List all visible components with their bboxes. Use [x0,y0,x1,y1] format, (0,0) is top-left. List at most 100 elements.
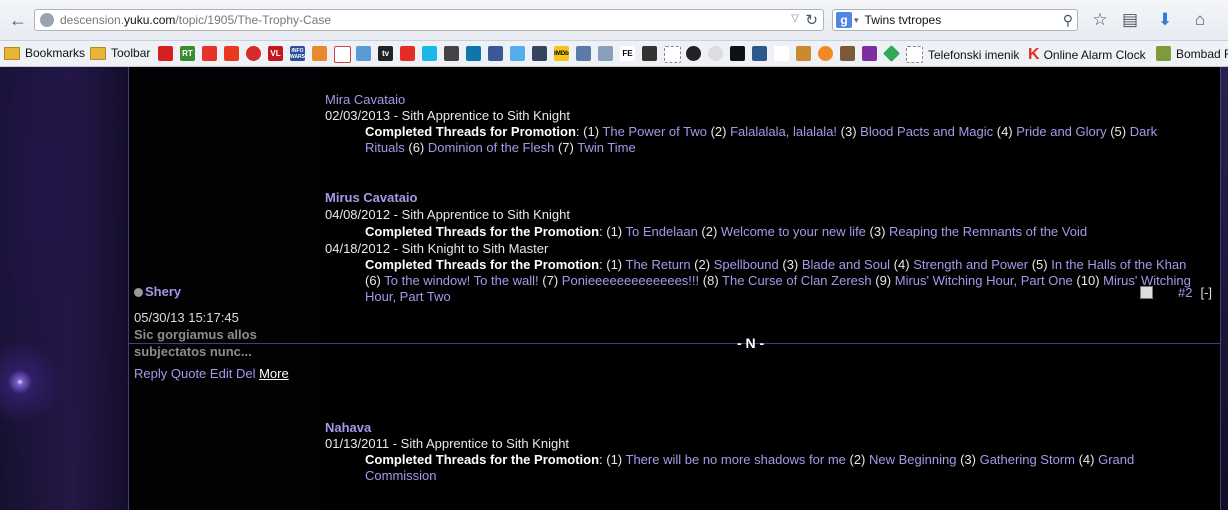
quote-link[interactable]: Quote [171,366,206,381]
thread-link[interactable]: To Endelaan [626,224,698,239]
collapse-button[interactable]: [-] [1200,285,1212,300]
thread-link[interactable]: Gathering Storm [980,452,1075,467]
member-name: Mira Cavataio [325,92,406,107]
bookmark-icon[interactable] [796,46,811,61]
folder-icon [90,46,106,60]
globe-icon [40,13,54,27]
thread-link[interactable]: The Power of Two [602,124,707,139]
thread-link[interactable]: Pride and Glory [1016,124,1106,139]
bookmark-icon[interactable] [686,46,701,61]
thread-link[interactable]: The Return [626,257,691,272]
search-icon[interactable]: ⚲ [1063,12,1073,29]
camera-icon[interactable] [444,46,459,61]
infowars-icon[interactable]: INFO WARS [290,46,305,61]
tv-icon[interactable]: tv [378,46,393,61]
thread-link[interactable]: New Beginning [869,452,956,467]
search-bar[interactable]: g ▾ Twins tvtropes ⚲ [832,9,1078,31]
reload-icon[interactable]: ↻ [805,11,818,29]
bookmark-telefonski-label: Telefonski imenik [928,47,1020,62]
url-host: yuku.com [124,13,176,27]
status-icon [134,288,143,297]
bookmark-icon[interactable] [312,46,327,61]
tumblr-icon[interactable] [532,46,547,61]
member-name: Mirus Cavataio [325,190,418,205]
dropdown-icon[interactable]: ▽ [791,13,799,24]
thread-link[interactable]: Dominion of the Flesh [428,140,554,155]
background-nebula [0,67,128,510]
imdb-icon[interactable]: IMDb [554,46,569,61]
thread-link[interactable]: To the window! To the wall! [384,273,538,288]
navigation-toolbar: ← descension. yuku.com/topic/1905/The-Tro… [0,0,1228,41]
thread-link[interactable]: Falalalala, lalalala! [730,124,837,139]
bookmark-icon[interactable] [752,46,767,61]
search-engine-icon[interactable]: g [836,12,852,28]
thread-link[interactable]: Reaping the Remnants of the Void [889,224,1087,239]
bookmark-icon[interactable] [708,46,723,61]
thread-link[interactable]: Blood Pacts and Magic [860,124,993,139]
edit-link[interactable]: Edit [210,366,232,381]
completed-label: Completed Threads for the Promotion [365,224,600,239]
signature: Sic gorgiamus allos subjectatos nunc... [134,326,314,360]
facebook-icon[interactable] [488,46,503,61]
bookmark-icon[interactable] [356,46,371,61]
bookmarks-label: Bookmarks [25,46,86,60]
star-icon[interactable]: ☆ [1090,10,1110,30]
linkedin-icon[interactable] [466,46,481,61]
thread-link[interactable]: In the Halls of the Khan [1051,257,1186,272]
reply-link[interactable]: Reply [134,366,167,381]
bookmark-icon[interactable] [246,46,261,61]
author-name[interactable]: Shery [145,284,181,299]
completed-label: Completed Threads for the Promotion [365,452,600,467]
vl-icon[interactable]: VL [268,46,283,61]
home-icon[interactable]: ⌂ [1190,10,1210,30]
bookmark-icon[interactable] [818,46,833,61]
select-checkbox[interactable] [1140,286,1153,299]
bookmark-icon[interactable] [598,46,613,61]
fe-icon[interactable]: FE [620,46,635,61]
chevron-down-icon[interactable]: ▾ [854,15,859,26]
thread-link[interactable]: Mirus' Witching Hour, Part One [895,273,1073,288]
bookmarks-menu[interactable]: Bookmarks [4,46,85,60]
bookmark-icon[interactable] [158,46,173,61]
back-icon[interactable]: ← [6,8,30,32]
bookmark-icon[interactable] [224,46,239,61]
thread-link[interactable]: Spellbound [714,257,779,272]
promotion-date: 02/03/2013 - Sith Apprentice to Sith Kni… [325,108,571,123]
twitter-icon[interactable] [510,46,525,61]
thread-link[interactable]: Ponieeeeeeeeeeeees!!! [562,273,699,288]
search-input[interactable]: Twins tvtropes [865,13,942,27]
bookmark-icon[interactable] [883,45,900,62]
thread-link[interactable]: Strength and Power [913,257,1028,272]
bookmark-icon[interactable] [730,46,745,61]
bookmark-icon[interactable] [862,46,877,61]
thread-link[interactable]: The Curse of Clan Zeresh [722,273,872,288]
bookmark-icon[interactable] [774,46,789,61]
post-number[interactable]: #2 [1178,285,1192,300]
gmail-icon[interactable] [334,46,351,63]
rt-icon[interactable]: RT [180,46,195,61]
thread-link[interactable]: Welcome to your new life [721,224,866,239]
bookmark-icon[interactable] [576,46,591,61]
bookmark-alarm-clock[interactable]: K Online Alarm Clock [1028,46,1146,64]
youtube-icon[interactable] [400,46,415,61]
post-actions: Reply Quote Edit Del More [134,366,314,381]
thread-link[interactable]: There will be no more shadows for me [626,452,846,467]
bookmark-icon[interactable] [664,46,681,63]
superman-icon[interactable] [202,46,217,61]
more-link[interactable]: More [259,366,289,381]
toolbar-folder[interactable]: Toolbar [90,46,150,60]
delete-link[interactable]: Del [236,366,256,381]
bookmark-bombad[interactable]: Bombad F [1156,46,1228,61]
post-timestamp: 05/30/13 15:17:45 [134,310,239,325]
url-bar[interactable]: descension. yuku.com/topic/1905/The-Troph… [34,9,824,31]
bookmark-icon[interactable] [642,46,657,61]
download-icon[interactable]: ⬇ [1155,10,1175,30]
toolbar-label: Toolbar [111,46,151,60]
bookmark-bombad-label: Bombad F [1176,46,1228,61]
reading-list-icon[interactable]: ▤ [1120,10,1140,30]
thread-link[interactable]: Twin Time [577,140,636,155]
bookmark-icon[interactable] [840,46,855,61]
bookmark-telefonski[interactable]: Telefonski imenik [906,46,1019,63]
thread-link[interactable]: Blade and Soul [802,257,890,272]
vimeo-icon[interactable] [422,46,437,61]
